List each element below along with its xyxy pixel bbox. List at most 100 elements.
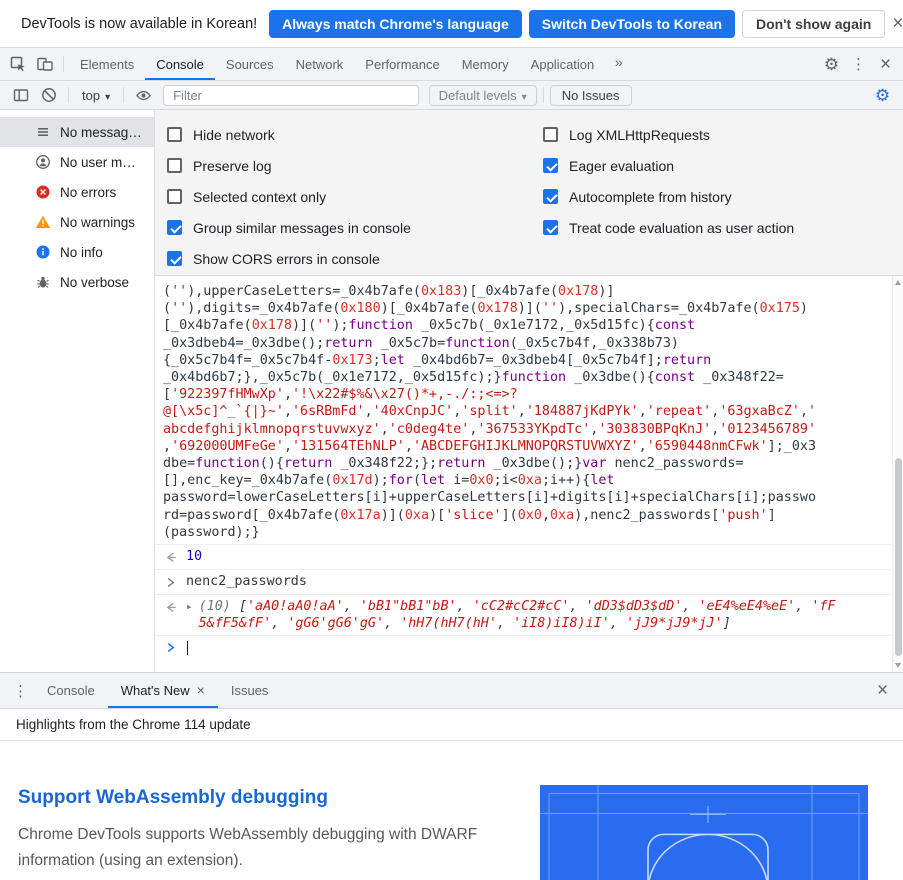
dont-show-again-button[interactable]: Don't show again xyxy=(742,9,886,38)
checkbox[interactable] xyxy=(167,251,182,266)
sidebar-item-info[interactable]: No info xyxy=(0,237,154,267)
console-scrollbar[interactable] xyxy=(892,276,903,672)
drawer-tab-console[interactable]: Console xyxy=(34,673,108,708)
sidebar-item-errors[interactable]: No errors xyxy=(0,177,154,207)
tab-sources[interactable]: Sources xyxy=(215,48,285,80)
console-messages: (''),upperCaseLetters=_0x4b7afe(0x183)[_… xyxy=(155,276,903,672)
tab-application[interactable]: Application xyxy=(520,48,606,80)
console-code-line: (password);} xyxy=(163,524,260,540)
more-tabs-icon[interactable] xyxy=(605,48,632,75)
tab-elements[interactable]: Elements xyxy=(69,48,145,80)
devtools-window: DevTools is now available in Korean! Alw… xyxy=(0,0,903,880)
messages-list-icon xyxy=(35,124,51,140)
checkbox-label: Log XMLHttpRequests xyxy=(569,126,710,143)
checkbox-log-xmlhttprequests[interactable]: Log XMLHttpRequests xyxy=(543,119,794,150)
checkbox-label: Selected context only xyxy=(193,188,327,205)
main-toolbar: Elements Console Sources Network Perform… xyxy=(0,48,903,81)
settings-column-left: Hide network Preserve log Selected conte… xyxy=(167,119,543,275)
input-echo-text: nenc2_passwords xyxy=(186,574,307,590)
expand-array-icon[interactable] xyxy=(186,599,193,614)
console-output-row: (10) ['aA0!aA0!aA', 'bB1"bB1"bB', 'cC2#c… xyxy=(155,595,903,637)
sidebar-item-label: No user m… xyxy=(60,154,136,170)
log-levels-dropdown[interactable]: Default levels xyxy=(428,84,537,106)
tab-console[interactable]: Console xyxy=(145,48,215,80)
console-sidebar: No messag… No user m… No errors No warni… xyxy=(0,110,155,672)
console-code-line: ,'692000UMFeGe','131564TEhNLP','ABCDEFGH… xyxy=(163,438,817,454)
checkbox[interactable] xyxy=(543,127,558,142)
toolbar-separator xyxy=(542,87,544,103)
checkbox-selected-context-only[interactable]: Selected context only xyxy=(167,181,543,212)
clear-console-icon[interactable] xyxy=(35,82,62,109)
whats-new-content: Support WebAssembly debugging Chrome Dev… xyxy=(0,741,903,880)
checkbox-label: Show CORS errors in console xyxy=(193,250,380,267)
input-chevron-icon xyxy=(167,578,175,588)
checkbox-hide-network[interactable]: Hide network xyxy=(167,119,543,150)
checkbox[interactable] xyxy=(543,158,558,173)
console-code-line: _0x3dbeb4=_0x3dbe();return _0x5c7b=funct… xyxy=(163,335,679,351)
tab-memory[interactable]: Memory xyxy=(451,48,520,80)
tab-network[interactable]: Network xyxy=(285,48,355,80)
checkbox-preserve-log[interactable]: Preserve log xyxy=(167,150,543,181)
console-sidebar-toggle-icon[interactable] xyxy=(7,82,34,109)
drawer-tab-whats-new[interactable]: What's New xyxy=(108,673,218,708)
console-prompt[interactable] xyxy=(155,636,903,659)
sidebar-item-label: No errors xyxy=(60,184,117,200)
inspect-element-icon[interactable] xyxy=(4,51,31,78)
info-icon xyxy=(35,244,51,260)
result-value: 10 xyxy=(186,549,203,565)
drawer-close-icon[interactable] xyxy=(869,677,896,704)
console-code-line: (''),digits=_0x4b7afe(0x180)[_0x4b7afe(0… xyxy=(163,301,808,317)
issues-counter[interactable]: No Issues xyxy=(549,84,632,106)
console-code-line: 5&fF5&fF', 'gG6'gG6'gG', 'hH7(hH7(hH', '… xyxy=(198,616,731,632)
checkbox[interactable] xyxy=(167,189,182,204)
filter-input[interactable] xyxy=(163,84,419,106)
devtools-close-icon[interactable] xyxy=(872,51,899,78)
device-toolbar-icon[interactable] xyxy=(31,51,58,78)
sidebar-item-verbose[interactable]: No verbose xyxy=(0,267,154,297)
checkbox[interactable] xyxy=(543,220,558,235)
checkbox-eager-evaluation[interactable]: Eager evaluation xyxy=(543,150,794,181)
tab-performance[interactable]: Performance xyxy=(354,48,450,80)
checkbox[interactable] xyxy=(167,220,182,235)
console-input-echo-code: (''),upperCaseLetters=_0x4b7afe(0x183)[_… xyxy=(155,280,903,546)
checkbox-treat-evaluation-user-action[interactable]: Treat code evaluation as user action xyxy=(543,212,794,243)
kebab-menu-icon[interactable] xyxy=(845,51,872,78)
checkbox-group-similar-messages[interactable]: Group similar messages in console xyxy=(167,212,543,243)
always-match-language-button[interactable]: Always match Chrome's language xyxy=(269,9,522,38)
scroll-down-icon[interactable] xyxy=(894,663,901,668)
sidebar-item-user-messages[interactable]: No user m… xyxy=(0,147,154,177)
chevron-down-icon xyxy=(105,88,110,103)
console-code-line: rd=password[_0x4b7afe(0x17a)](0xa)['slic… xyxy=(163,507,776,523)
checkbox-show-cors-errors[interactable]: Show CORS errors in console xyxy=(167,243,543,274)
context-selector[interactable]: top xyxy=(75,88,117,103)
panel-tabs: Elements Console Sources Network Perform… xyxy=(69,48,632,80)
infobar-close-icon[interactable] xyxy=(892,11,903,37)
drawer-tab-issues[interactable]: Issues xyxy=(218,673,282,708)
close-whats-new-tab-icon[interactable] xyxy=(197,683,205,698)
context-selector-label: top xyxy=(82,87,101,103)
webassembly-blueprint-image xyxy=(540,785,868,880)
checkbox[interactable] xyxy=(543,189,558,204)
sidebar-item-warnings[interactable]: No warnings xyxy=(0,207,154,237)
console-code-line: [],enc_key=_0x4b7afe(0x17d);for(let i=0x… xyxy=(163,473,615,489)
sidebar-item-label: No messag… xyxy=(60,124,142,140)
console-code-line: (''),upperCaseLetters=_0x4b7afe(0x183)[_… xyxy=(163,284,615,299)
drawer-tab-label: Console xyxy=(47,683,95,698)
checkbox-label: Hide network xyxy=(193,126,275,143)
array-preview[interactable]: (10) ['aA0!aA0!aA', 'bB1"bB1"bB', 'cC2#c… xyxy=(199,598,836,632)
verbose-bug-icon xyxy=(35,274,51,290)
scrollbar-thumb[interactable] xyxy=(894,458,902,656)
sidebar-item-label: No verbose xyxy=(60,274,130,290)
sidebar-item-messages[interactable]: No messag… xyxy=(0,117,154,147)
chevron-down-icon xyxy=(522,88,527,103)
checkbox[interactable] xyxy=(167,158,182,173)
drawer-menu-icon[interactable] xyxy=(7,677,34,704)
checkbox-aut ocomplete-history[interactable]: Autocomplete from history xyxy=(543,181,794,212)
settings-gear-icon[interactable] xyxy=(818,51,845,78)
switch-devtools-korean-button[interactable]: Switch DevTools to Korean xyxy=(528,9,735,38)
console-settings-gear-icon[interactable] xyxy=(869,82,896,109)
language-infobar: DevTools is now available in Korean! Alw… xyxy=(0,0,903,48)
scroll-up-icon[interactable] xyxy=(894,280,901,285)
live-expression-eye-icon[interactable] xyxy=(130,82,157,109)
checkbox[interactable] xyxy=(167,127,182,142)
